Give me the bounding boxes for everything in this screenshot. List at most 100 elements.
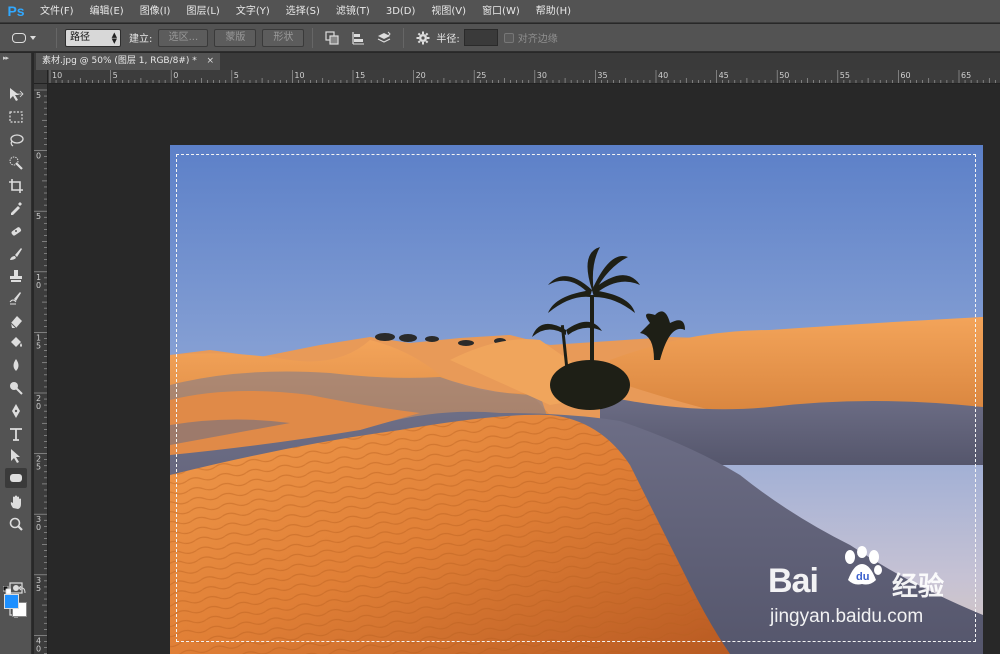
default-colors-icon[interactable] bbox=[2, 579, 12, 595]
rounded-rectangle-icon bbox=[12, 32, 26, 43]
make-shape-button[interactable]: 形状 bbox=[262, 28, 305, 47]
clone-stamp-tool[interactable] bbox=[5, 266, 27, 286]
updown-arrows-icon: ▲ ▼ bbox=[111, 30, 117, 45]
close-icon[interactable]: × bbox=[206, 53, 214, 70]
ruler-label: 5 bbox=[36, 91, 41, 100]
document-tab[interactable]: 素材.jpg @ 50% (图层 1, RGB/8#) * × bbox=[36, 53, 220, 70]
vertical-ruler[interactable]: 50510152025303540 bbox=[34, 84, 48, 654]
menu-filter[interactable]: 滤镜(T) bbox=[328, 0, 378, 23]
dodge-tool[interactable] bbox=[5, 378, 27, 398]
path-arrangement-button[interactable] bbox=[373, 28, 395, 48]
blur-tool[interactable] bbox=[5, 355, 27, 375]
marquee-icon bbox=[9, 111, 23, 123]
divider bbox=[312, 27, 314, 48]
quick-select-icon bbox=[9, 156, 23, 170]
ruler-label: 0 bbox=[173, 71, 178, 80]
tool-mode-select[interactable]: 路径 ▲ ▼ bbox=[65, 28, 121, 47]
path-alignment-button[interactable] bbox=[347, 28, 369, 48]
pen-tool[interactable] bbox=[5, 401, 27, 421]
healing-brush-tool[interactable] bbox=[5, 221, 27, 241]
zoom-icon bbox=[9, 517, 23, 531]
ruler-label: 60 bbox=[900, 71, 910, 80]
path-alignment-icon bbox=[352, 31, 365, 44]
ruler-label: 5 bbox=[36, 212, 41, 221]
lasso-tool[interactable] bbox=[5, 130, 27, 150]
horizontal-ruler[interactable]: 10 5 0 5 10 15 20 25 30 35 40 45 50 55 60 65 bbox=[34, 70, 1000, 84]
geometry-options-button[interactable] bbox=[412, 28, 434, 48]
toolbox: ▸▸ bbox=[0, 53, 32, 654]
menu-3d[interactable]: 3D(D) bbox=[378, 0, 424, 23]
path-arrangement-icon bbox=[378, 31, 392, 43]
ruler-label: 40 bbox=[658, 71, 668, 80]
baidu-brand-text: Bai bbox=[768, 562, 819, 600]
hand-icon bbox=[10, 495, 21, 509]
ruler-label: 0 bbox=[36, 152, 41, 161]
pen-icon bbox=[12, 404, 20, 418]
ruler-label: 5 bbox=[36, 341, 41, 350]
chevron-down-icon bbox=[30, 35, 36, 40]
dodge-icon bbox=[10, 382, 23, 395]
make-label: 建立: bbox=[129, 34, 153, 45]
type-icon bbox=[10, 428, 22, 441]
menu-type[interactable]: 文字(Y) bbox=[228, 0, 278, 23]
hand-tool[interactable] bbox=[5, 492, 27, 512]
path-operations-icon bbox=[325, 30, 339, 45]
panel-collapse-grip[interactable]: ▸▸ bbox=[0, 53, 31, 63]
type-tool[interactable] bbox=[5, 424, 27, 444]
divider bbox=[403, 27, 405, 48]
ruler-origin[interactable] bbox=[34, 70, 48, 84]
move-tool[interactable] bbox=[5, 84, 27, 104]
tool-preset-picker[interactable] bbox=[12, 28, 52, 48]
options-bar: 路径 ▲ ▼ 建立: 选区... 蒙版 形状 半径: 对齐边缘 bbox=[0, 24, 1000, 52]
menu-edit[interactable]: 编辑(E) bbox=[82, 0, 132, 23]
make-mask-button[interactable]: 蒙版 bbox=[214, 28, 257, 47]
menu-layer[interactable]: 图层(L) bbox=[178, 0, 227, 23]
path-select-icon bbox=[11, 449, 20, 463]
ruler-label: 0 bbox=[36, 281, 41, 290]
align-edges-label: 对齐边缘 bbox=[517, 34, 558, 45]
ruler-label: 15 bbox=[355, 71, 365, 80]
ruler-label: 65 bbox=[961, 71, 971, 80]
paint-bucket-tool[interactable] bbox=[5, 333, 27, 353]
swap-colors-icon[interactable] bbox=[18, 579, 27, 594]
menu-image[interactable]: 图像(I) bbox=[132, 0, 179, 23]
path-select-tool[interactable] bbox=[5, 446, 27, 466]
menu-view[interactable]: 视图(V) bbox=[423, 0, 474, 23]
radius-label: 半径: bbox=[436, 34, 460, 45]
menu-file[interactable]: 文件(F) bbox=[32, 0, 82, 23]
eyedropper-tool[interactable] bbox=[5, 198, 27, 218]
baidu-jingyan-watermark: du Bai 经验 jingyan.baidu.com bbox=[768, 546, 988, 632]
zoom-tool[interactable] bbox=[5, 514, 27, 534]
foreground-color-swatch[interactable] bbox=[4, 594, 19, 609]
blur-icon bbox=[13, 359, 19, 371]
eraser-tool[interactable] bbox=[5, 311, 27, 331]
move-icon bbox=[10, 88, 24, 101]
crop-tool[interactable] bbox=[5, 176, 27, 196]
ruler-label: 10 bbox=[52, 71, 62, 80]
radius-input[interactable] bbox=[463, 29, 498, 46]
document-tab-title: 素材.jpg @ 50% (图层 1, RGB/8#) * bbox=[42, 56, 197, 66]
rounded-rectangle-tool[interactable] bbox=[5, 468, 27, 488]
document-tab-strip: 素材.jpg @ 50% (图层 1, RGB/8#) * × bbox=[34, 53, 1000, 70]
menu-window[interactable]: 窗口(W) bbox=[474, 0, 528, 23]
path-operations-button[interactable] bbox=[321, 28, 343, 48]
ruler-label: 0 bbox=[36, 523, 41, 532]
crop-icon bbox=[9, 179, 23, 193]
marquee-tool[interactable] bbox=[5, 107, 27, 127]
make-selection-button[interactable]: 选区... bbox=[158, 28, 209, 47]
ruler-label: 5 bbox=[36, 463, 41, 472]
menu-help[interactable]: 帮助(H) bbox=[528, 0, 579, 23]
ruler-label: 5 bbox=[234, 71, 239, 80]
quick-select-tool[interactable] bbox=[5, 153, 27, 173]
brush-icon bbox=[10, 248, 22, 260]
eyedropper-icon bbox=[11, 202, 22, 215]
eraser-icon bbox=[10, 316, 22, 329]
ruler-label: 45 bbox=[719, 71, 729, 80]
watermark-url: jingyan.baidu.com bbox=[770, 606, 924, 627]
align-edges-checkbox[interactable] bbox=[503, 32, 514, 43]
ruler-label: 0 bbox=[36, 644, 41, 653]
menu-select[interactable]: 选择(S) bbox=[278, 0, 328, 23]
brush-tool[interactable] bbox=[5, 244, 27, 264]
photoshop-window: Ps 文件(F) 编辑(E) 图像(I) 图层(L) 文字(Y) 选择(S) 滤… bbox=[0, 0, 1000, 654]
history-brush-tool[interactable] bbox=[5, 288, 27, 308]
